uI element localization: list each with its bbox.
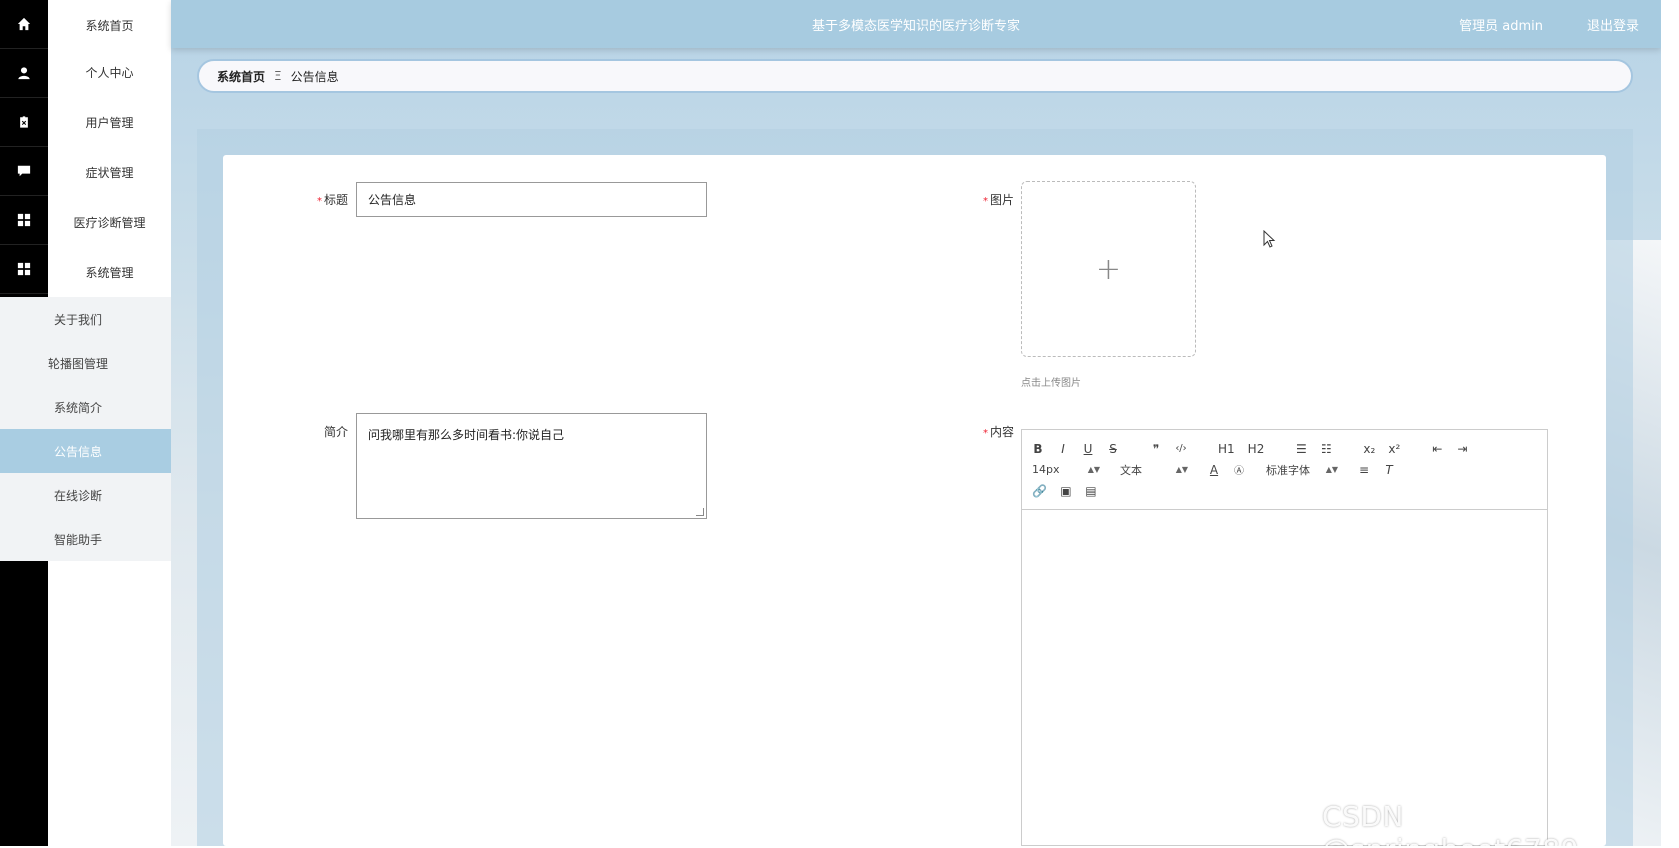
link-icon[interactable]: 🔗 (1032, 484, 1047, 498)
resize-handle[interactable] (696, 508, 704, 516)
sidebar-item-profile[interactable]: 个人中心 (48, 47, 171, 97)
submenu-item-label: 轮播图管理 (47, 356, 108, 371)
submenu-item-intro[interactable]: 系统简介 (0, 385, 171, 429)
editor-toolbar: B I U S ❞ ‹/› H1 H2 ☰ ☷ x₂ x² ⇤ ⇥ 14px ▲… (1022, 430, 1547, 510)
title-input[interactable]: 公告信息 (356, 182, 707, 217)
submenu-item-label: 智能助手 (53, 532, 102, 547)
clear-format-icon[interactable]: T (1383, 463, 1395, 477)
chat-icon[interactable] (0, 147, 48, 196)
breadcrumb-current: 公告信息 (290, 69, 339, 84)
bullet-list-icon[interactable]: ☷ (1320, 442, 1332, 456)
sidebar-item-diagnosis[interactable]: 医疗诊断管理 (48, 197, 171, 247)
sidebar-item-label: 系统首页 (85, 18, 134, 33)
image-icon[interactable]: ▣ (1060, 484, 1072, 498)
font-family-value: 标准字体 (1266, 463, 1310, 477)
h2-button[interactable]: H2 (1248, 442, 1265, 456)
format-select[interactable]: 文本 ▲▼ (1120, 462, 1188, 478)
watermark: CSDN @springboot6789 (1322, 800, 1578, 846)
sidebar-item-label: 用户管理 (85, 115, 134, 130)
rich-text-editor[interactable]: B I U S ❞ ‹/› H1 H2 ☰ ☷ x₂ x² ⇤ ⇥ 14px ▲… (1021, 429, 1548, 846)
submenu-item-carousel[interactable]: 轮播图管理 (0, 341, 171, 385)
font-size-value: 14px (1032, 463, 1060, 476)
sidebar-item-home[interactable]: 系统首页 (48, 0, 171, 50)
background-color-icon[interactable]: Ⓐ (1233, 462, 1245, 477)
select-arrow-icon: ▲▼ (1325, 465, 1338, 474)
submenu-item-online-diagnosis[interactable]: 在线诊断 (0, 473, 171, 517)
submenu-item-notice[interactable]: 公告信息 (0, 429, 171, 473)
grid-icon[interactable] (0, 196, 48, 245)
strike-button[interactable]: S (1107, 442, 1119, 456)
font-family-select[interactable]: 标准字体 ▲▼ (1266, 462, 1338, 478)
font-size-select[interactable]: 14px ▲▼ (1032, 463, 1100, 476)
grid-icon[interactable] (0, 245, 48, 294)
window-edge (1661, 0, 1679, 848)
blockquote-button[interactable]: ❞ (1150, 442, 1162, 456)
code-button[interactable]: ‹/› (1175, 443, 1187, 454)
h1-button[interactable]: H1 (1218, 442, 1235, 456)
intro-text: 问我哪里有那么多时间看书:你说自己 (368, 428, 565, 442)
underline-button[interactable]: U (1082, 442, 1094, 456)
superscript-button[interactable]: x² (1388, 442, 1400, 456)
image-uploader[interactable]: + (1021, 181, 1196, 357)
title-label: * 标题 (316, 193, 348, 207)
ordered-list-icon[interactable]: ☰ (1295, 442, 1307, 456)
submenu-item-label: 系统简介 (53, 400, 102, 415)
sidebar-item-label: 医疗诊断管理 (73, 215, 146, 230)
clipboard-icon[interactable] (0, 98, 48, 147)
submenu-item-label: 在线诊断 (53, 488, 102, 503)
indent-icon[interactable]: ⇥ (1456, 442, 1468, 456)
logout-link[interactable]: 退出登录 (1587, 15, 1639, 34)
bold-button[interactable]: B (1032, 442, 1044, 456)
breadcrumb: 系统首页 Ξ 公告信息 (197, 59, 1633, 93)
sidebar-item-symptoms[interactable]: 症状管理 (48, 147, 171, 197)
submenu-item-label: 关于我们 (53, 312, 102, 327)
align-icon[interactable]: ≡ (1358, 463, 1370, 477)
outdent-icon[interactable]: ⇤ (1431, 442, 1443, 456)
content-label: * 内容 (982, 425, 1014, 439)
submenu-system: 关于我们 轮播图管理 系统简介 公告信息 在线诊断 智能助手 (0, 297, 171, 561)
user-icon[interactable] (0, 49, 48, 98)
home-icon[interactable] (0, 0, 48, 49)
submenu-item-about[interactable]: 关于我们 (0, 297, 171, 341)
submenu-item-assistant[interactable]: 智能助手 (0, 517, 171, 561)
format-value: 文本 (1120, 463, 1142, 477)
current-user: 管理员 admin (1459, 19, 1543, 34)
sidebar-item-label: 症状管理 (85, 165, 134, 180)
sidebar-item-label: 系统管理 (85, 265, 134, 280)
italic-button[interactable]: I (1057, 442, 1069, 456)
image-label: * 图片 (982, 193, 1014, 207)
video-icon[interactable]: ▤ (1085, 484, 1097, 498)
intro-label: 简介 (323, 425, 348, 439)
submenu-item-label: 公告信息 (53, 444, 102, 459)
mouse-cursor-icon (1263, 230, 1276, 248)
font-color-icon[interactable]: A (1208, 463, 1220, 477)
upload-tip: 点击上传图片 (1021, 378, 1081, 389)
select-arrow-icon: ▲▼ (1175, 465, 1188, 474)
app-title: 基于多模态医学知识的医疗诊断专家 (811, 19, 1020, 34)
sidebar-item-users[interactable]: 用户管理 (48, 97, 171, 147)
top-header: 基于多模态医学知识的医疗诊断专家 管理员 admin 退出登录 (171, 0, 1661, 48)
subscript-button[interactable]: x₂ (1363, 442, 1375, 456)
sidebar-item-system[interactable]: 系统管理 (48, 247, 171, 297)
breadcrumb-home[interactable]: 系统首页 (217, 68, 265, 85)
plus-icon: + (1095, 251, 1122, 287)
sidebar-item-label: 个人中心 (85, 65, 134, 80)
breadcrumb-separator: Ξ (274, 69, 282, 83)
select-arrow-icon: ▲▼ (1087, 465, 1100, 474)
app-screen: 系统首页 个人中心 用户管理 症状管理 医疗诊断管理 系统管理 关于我们 轮播图… (0, 0, 1661, 846)
intro-textarea[interactable]: 问我哪里有那么多时间看书:你说自己 (356, 413, 707, 519)
